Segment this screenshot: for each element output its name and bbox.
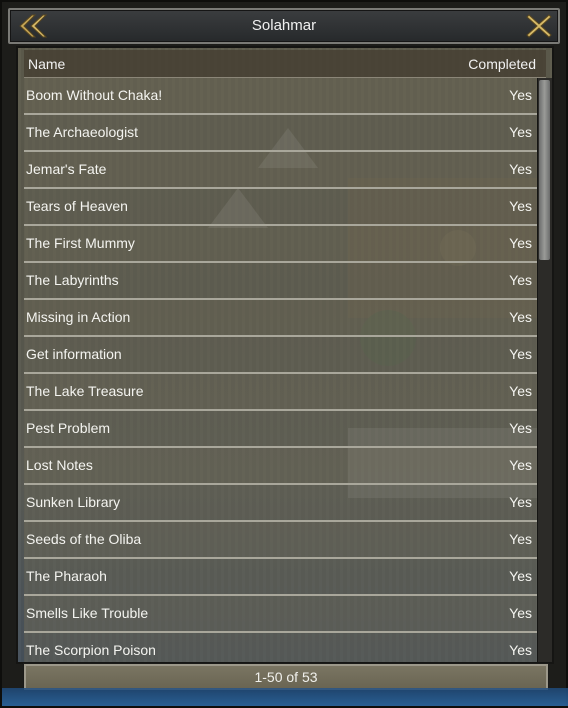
quest-name: Missing in Action — [26, 309, 131, 325]
window-title: Solahmar — [251, 17, 317, 34]
background-water-strip — [2, 688, 568, 706]
quest-name: Get information — [26, 346, 122, 362]
quest-rows: Boom Without Chaka! Yes The Archaeologis… — [24, 78, 550, 662]
pagination-label: 1-50 of 53 — [254, 669, 318, 685]
quest-completed-status: Yes — [509, 605, 532, 621]
close-button[interactable] — [524, 12, 554, 40]
table-row[interactable]: The Lake Treasure Yes — [24, 374, 550, 411]
quest-completed-status: Yes — [509, 309, 532, 325]
quest-name: Sunken Library — [26, 494, 121, 510]
quest-completed-status: Yes — [509, 198, 532, 214]
table-row[interactable]: Smells Like Trouble Yes — [24, 596, 550, 633]
quest-name: Smells Like Trouble — [26, 605, 149, 621]
quest-name: The Lake Treasure — [26, 383, 144, 399]
table-row[interactable]: Seeds of the Oliba Yes — [24, 522, 550, 559]
quest-completed-status: Yes — [509, 272, 532, 288]
quest-completed-status: Yes — [509, 420, 532, 436]
quest-name: Lost Notes — [26, 457, 93, 473]
quest-name: Jemar's Fate — [26, 161, 107, 177]
table-row[interactable]: The First Mummy Yes — [24, 226, 550, 263]
quest-completed-status: Yes — [509, 568, 532, 584]
table-row[interactable]: Lost Notes Yes — [24, 448, 550, 485]
column-header-name[interactable]: Name — [28, 56, 65, 72]
pagination-bar: 1-50 of 53 — [24, 664, 548, 690]
quest-completed-status: Yes — [509, 383, 532, 399]
quest-name: The First Mummy — [26, 235, 135, 251]
quest-completed-status: Yes — [509, 531, 532, 547]
quest-completed-status: Yes — [509, 124, 532, 140]
quest-name: The Pharaoh — [26, 568, 107, 584]
scrollbar-thumb[interactable] — [539, 80, 550, 260]
table-row[interactable]: Missing in Action Yes — [24, 300, 550, 337]
table-row[interactable]: The Archaeologist Yes — [24, 115, 550, 152]
table-row[interactable]: Jemar's Fate Yes — [24, 152, 550, 189]
quest-name: Pest Problem — [26, 420, 111, 436]
quest-completed-status: Yes — [509, 346, 532, 362]
quest-name: The Archaeologist — [26, 124, 139, 140]
quest-name: The Scorpion Poison — [26, 642, 156, 658]
quest-name: The Labyrinths — [26, 272, 119, 288]
quest-completed-status: Yes — [509, 494, 532, 510]
table-header: Name Completed — [24, 50, 546, 78]
table-row[interactable]: Boom Without Chaka! Yes — [24, 78, 550, 115]
quest-name: Seeds of the Oliba — [26, 531, 142, 547]
quest-name: Tears of Heaven — [26, 198, 128, 214]
quest-name: Boom Without Chaka! — [26, 87, 163, 103]
table-row[interactable]: Tears of Heaven Yes — [24, 189, 550, 226]
quest-completed-status: Yes — [509, 235, 532, 251]
quest-completed-status: Yes — [509, 87, 532, 103]
quest-completed-status: Yes — [509, 457, 532, 473]
table-row[interactable]: Sunken Library Yes — [24, 485, 550, 522]
vertical-scrollbar[interactable] — [537, 78, 552, 662]
quest-list-panel: Name Completed Boom Without Chaka! Yes T… — [16, 46, 554, 664]
table-row[interactable]: The Pharaoh Yes — [24, 559, 550, 596]
table-row[interactable]: Get information Yes — [24, 337, 550, 374]
quest-window: Solahmar Name Completed Boom Without Cha… — [0, 0, 568, 708]
title-bar[interactable]: Solahmar — [8, 8, 560, 44]
close-x-icon — [526, 14, 552, 38]
column-header-completed[interactable]: Completed — [468, 56, 536, 72]
table-row[interactable]: Pest Problem Yes — [24, 411, 550, 448]
table-row[interactable]: The Scorpion Poison Yes — [24, 633, 550, 662]
quest-completed-status: Yes — [509, 161, 532, 177]
table-row[interactable]: The Labyrinths Yes — [24, 263, 550, 300]
quest-completed-status: Yes — [509, 642, 532, 658]
